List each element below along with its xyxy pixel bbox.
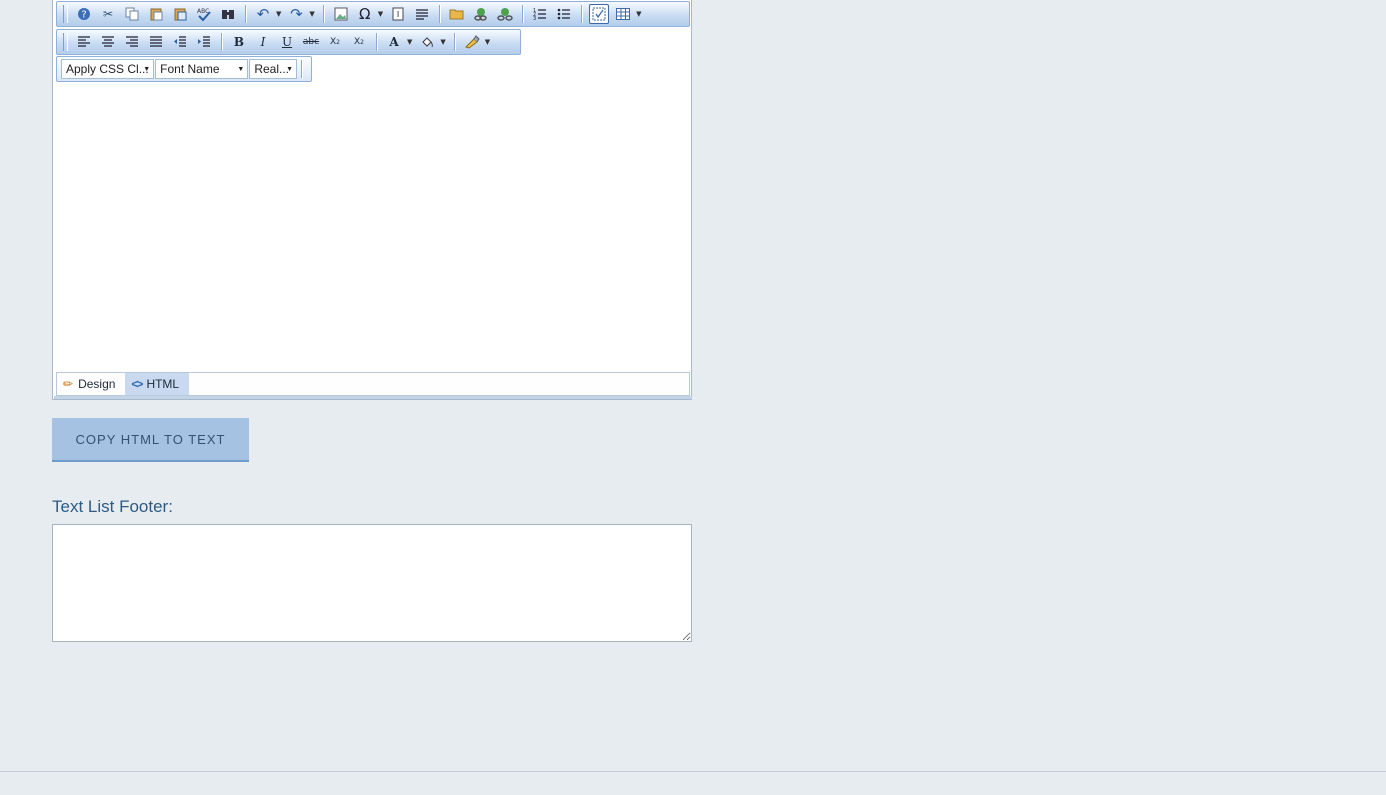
image-manager-icon[interactable] (331, 4, 351, 24)
css-class-select[interactable]: Apply CSS Cl... ▼ (61, 59, 155, 79)
spellcheck-icon[interactable]: ABC (194, 4, 214, 24)
strikethrough-icon[interactable]: abc (301, 32, 321, 52)
numbered-list-icon[interactable]: 123 (530, 4, 550, 24)
chevron-down-icon: ▼ (237, 65, 245, 73)
svg-text:3: 3 (533, 16, 536, 21)
svg-text:?: ? (81, 10, 86, 21)
font-size-select[interactable]: Real... ▼ (249, 59, 298, 79)
tab-design-label: Design (78, 377, 116, 391)
chevron-down-icon: ▼ (143, 65, 151, 73)
tab-design[interactable]: ✏ Design (57, 373, 125, 395)
svg-text:I: I (397, 10, 399, 19)
underline-icon[interactable]: U (277, 32, 297, 52)
font-color-dropdown-icon[interactable]: ▼ (407, 38, 412, 46)
background-color-icon[interactable] (417, 32, 437, 52)
css-class-select-value: Apply CSS Cl... (66, 62, 149, 76)
copy-icon[interactable] (122, 4, 142, 24)
subscript-icon[interactable]: X2 (325, 32, 345, 52)
bold-icon[interactable]: B (229, 32, 249, 52)
form-element-icon[interactable]: I (388, 4, 408, 24)
editor-toolbar-fonts: Apply CSS Cl... ▼ Font Name ▼ Real... ▼ (56, 56, 312, 82)
code-icon: <> (131, 377, 143, 391)
cut-icon[interactable]: ✂ (98, 4, 118, 24)
editor-toolbar-main: ? ✂ ABC ↶ ▼ ↷ ▼ Ω ▼ I 123 ▼ (56, 1, 690, 27)
paste-icon[interactable] (146, 4, 166, 24)
rich-text-editor: ? ✂ ABC ↶ ▼ ↷ ▼ Ω ▼ I 123 ▼ B I U abc X … (52, 0, 692, 400)
tab-html[interactable]: <> HTML (125, 373, 190, 395)
pencil-icon: ✏ (63, 377, 74, 391)
toolbar-separator (376, 33, 377, 51)
toolbar-separator (322, 5, 324, 23)
remove-link-icon[interactable] (495, 4, 515, 24)
italic-icon[interactable]: I (253, 32, 273, 52)
bulleted-list-icon[interactable] (554, 4, 574, 24)
toolbar-separator (522, 5, 524, 23)
special-characters-icon[interactable]: Ω (355, 4, 375, 24)
undo-icon[interactable]: ↶ (253, 4, 273, 24)
undo-dropdown-icon[interactable]: ▼ (276, 10, 281, 18)
toolbar-separator (301, 60, 302, 78)
page-divider (0, 771, 1386, 772)
font-name-select[interactable]: Font Name ▼ (155, 59, 249, 79)
editor-mode-bar: ✏ Design <> HTML (54, 372, 692, 399)
insert-table-icon[interactable] (613, 4, 633, 24)
editor-toolbar-formatting: B I U abc X2 X2 A ▼ ▼ ▼ (56, 29, 521, 55)
copy-html-to-text-button[interactable]: COPY HTML TO TEXT (52, 418, 249, 462)
indent-icon[interactable] (194, 32, 214, 52)
paragraph-icon[interactable] (412, 4, 432, 24)
redo-icon[interactable]: ↷ (286, 4, 306, 24)
toggle-border-icon[interactable] (589, 4, 610, 24)
hyperlink-icon[interactable] (471, 4, 491, 24)
tab-html-label: HTML (146, 377, 180, 391)
find-replace-icon[interactable] (218, 4, 238, 24)
font-size-select-value: Real... (254, 62, 289, 76)
text-list-footer-label: Text List Footer: (52, 497, 173, 516)
toolbar-separator (245, 5, 246, 23)
paste-from-word-icon[interactable] (170, 4, 190, 24)
editor-content-area[interactable] (56, 84, 690, 368)
align-left-icon[interactable] (74, 32, 94, 52)
background-color-dropdown-icon[interactable]: ▼ (440, 38, 445, 46)
toolbar-separator (453, 33, 455, 51)
font-name-select-value: Font Name (160, 62, 220, 76)
format-stripper-dropdown-icon[interactable]: ▼ (485, 38, 490, 46)
insert-table-dropdown-icon[interactable]: ▼ (636, 10, 641, 18)
toolbar-separator (221, 33, 222, 51)
superscript-icon[interactable]: X2 (349, 32, 369, 52)
chevron-down-icon: ▼ (286, 65, 294, 73)
align-center-icon[interactable] (98, 32, 118, 52)
format-stripper-icon[interactable] (462, 32, 482, 52)
special-characters-dropdown-icon[interactable]: ▼ (378, 10, 383, 18)
toolbar-separator (581, 5, 583, 23)
redo-dropdown-icon[interactable]: ▼ (309, 10, 314, 18)
help-icon[interactable]: ? (74, 4, 94, 24)
toolbar-separator (439, 5, 441, 23)
align-right-icon[interactable] (122, 32, 142, 52)
toolbar-grip[interactable] (63, 33, 68, 51)
font-color-icon[interactable]: A (384, 32, 404, 52)
justify-icon[interactable] (146, 32, 166, 52)
outdent-icon[interactable] (170, 32, 190, 52)
document-manager-icon[interactable] (447, 4, 467, 24)
text-list-footer-input[interactable] (52, 524, 692, 642)
toolbar-grip[interactable] (63, 5, 68, 23)
